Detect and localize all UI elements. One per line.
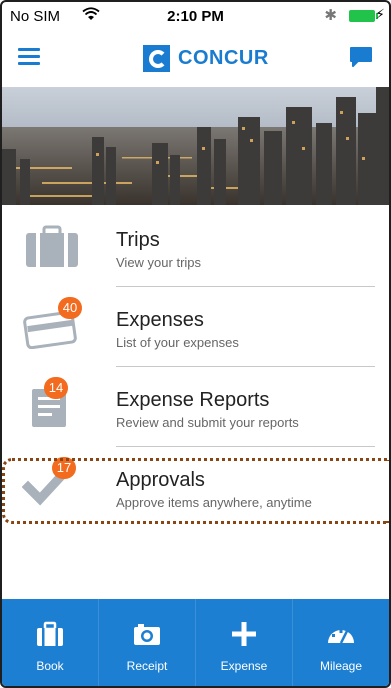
- briefcase-icon: [37, 621, 63, 646]
- menu-item-title: Trips: [116, 229, 160, 251]
- menu-item-subtitle: List of your expenses: [116, 335, 239, 350]
- speedometer-icon: [328, 630, 354, 644]
- tab-label: Book: [36, 659, 64, 673]
- city-skyline-banner: [2, 87, 389, 205]
- tab-expense[interactable]: Expense: [196, 599, 293, 686]
- menu-item-subtitle: Review and submit your reports: [116, 415, 299, 430]
- tab-book[interactable]: Book: [2, 599, 99, 686]
- status-bar: No SIM 2:10 PM ✱ ⚡: [2, 2, 389, 30]
- menu-item-subtitle: View your trips: [116, 255, 202, 270]
- expenses-count-badge: 40: [58, 297, 82, 319]
- battery-icon: [349, 10, 378, 22]
- tab-receipt[interactable]: Receipt: [99, 599, 196, 686]
- charging-icon: ⚡: [375, 6, 385, 22]
- hamburger-menu-icon[interactable]: [18, 48, 40, 66]
- concur-logo-mark-icon: [143, 44, 170, 72]
- navigation-bar: CONCUR: [2, 30, 389, 87]
- plus-icon: [232, 622, 256, 646]
- tab-label: Receipt: [126, 659, 168, 673]
- tab-label: Mileage: [319, 659, 363, 673]
- menu-item-trips[interactable]: Trips View your trips: [2, 207, 389, 287]
- menu-item-title: Expense Reports: [116, 389, 270, 411]
- reports-count-badge: 14: [44, 377, 68, 399]
- brand-name: CONCUR: [178, 46, 269, 69]
- menu-item-expenses[interactable]: 40 Expenses List of your expenses: [2, 287, 389, 367]
- menu-item-expense-reports[interactable]: 14 Expense Reports Review and submit you…: [2, 367, 389, 447]
- phone-screen: No SIM 2:10 PM ✱ ⚡ CONCUR Trips View you…: [0, 0, 391, 688]
- menu-item-title: Expenses: [116, 309, 204, 331]
- briefcase-icon: [26, 225, 78, 267]
- bluetooth-icon: ✱: [324, 7, 337, 24]
- tab-mileage[interactable]: Mileage: [293, 599, 389, 686]
- chat-bubble-icon[interactable]: [349, 46, 373, 68]
- camera-icon: [134, 624, 160, 645]
- approvals-highlight-outline: [2, 458, 389, 524]
- tab-label: Expense: [220, 659, 268, 673]
- concur-logo: CONCUR: [143, 44, 269, 72]
- bottom-tab-bar: Book Receipt Expense Mileage: [2, 599, 389, 686]
